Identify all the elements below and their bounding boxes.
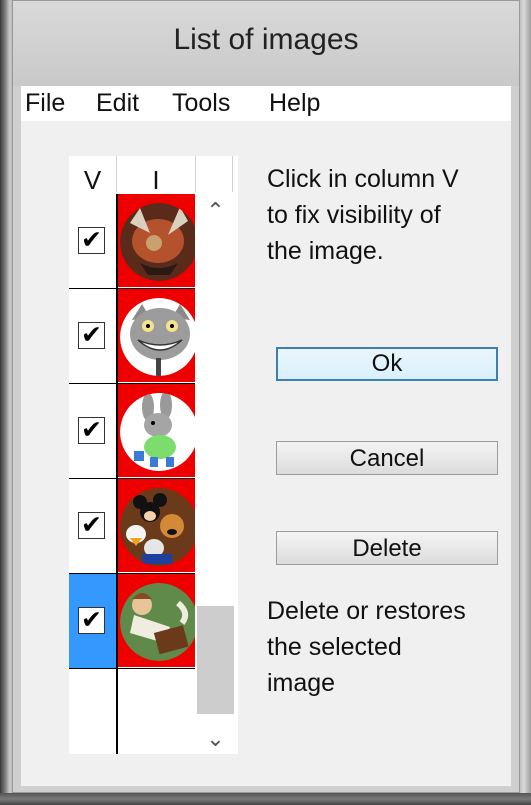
menu-bar: File Edit Tools Help bbox=[21, 86, 511, 121]
column-header-v[interactable]: V bbox=[69, 156, 116, 195]
row-divider bbox=[69, 668, 195, 669]
menu-help[interactable]: Help bbox=[269, 89, 320, 118]
table-row[interactable]: ✔ bbox=[69, 479, 195, 573]
delete-help-text: Delete or restores the selected image bbox=[267, 593, 497, 701]
visibility-cell[interactable]: ✔ bbox=[69, 384, 116, 478]
image-cell[interactable] bbox=[118, 384, 195, 477]
image-list-grid[interactable]: V I ✔ ✔ ✔ ✔ ✔ ⌃ ⌄ bbox=[69, 156, 238, 754]
help-line: image bbox=[267, 669, 336, 697]
scroll-thumb[interactable] bbox=[197, 606, 234, 714]
menu-edit[interactable]: Edit bbox=[96, 89, 139, 118]
disney-characters-image bbox=[120, 488, 195, 566]
visibility-cell[interactable]: ✔ bbox=[69, 194, 116, 288]
vertical-scrollbar[interactable]: ⌃ ⌄ bbox=[197, 194, 234, 754]
visibility-checkbox[interactable]: ✔ bbox=[78, 227, 105, 254]
visibility-cell[interactable]: ✔ bbox=[69, 479, 116, 573]
image-cell[interactable] bbox=[118, 479, 195, 572]
window-title: List of images bbox=[173, 23, 359, 56]
table-row[interactable]: ✔ bbox=[69, 289, 195, 383]
delete-button[interactable]: Delete bbox=[276, 531, 498, 565]
header-separator bbox=[232, 156, 233, 192]
image-cell[interactable] bbox=[118, 194, 195, 287]
header-separator bbox=[195, 156, 196, 192]
dialog-client-area: V I ✔ ✔ ✔ ✔ ✔ ⌃ ⌄ Click in column V to f… bbox=[21, 121, 511, 786]
table-row[interactable]: ✔ bbox=[69, 194, 195, 288]
visibility-help-text: Click in column V to fix visibility of t… bbox=[267, 161, 497, 269]
dragon-image bbox=[120, 203, 195, 281]
visibility-cell[interactable]: ✔ bbox=[69, 574, 116, 668]
desktop-background-right bbox=[519, 0, 531, 805]
donkey-cartoon-image bbox=[120, 393, 195, 471]
boy-with-book-image bbox=[120, 583, 195, 661]
help-line: the image. bbox=[267, 237, 384, 265]
visibility-cell[interactable]: ✔ bbox=[69, 289, 116, 383]
cheshire-cat-image bbox=[120, 298, 195, 376]
title-bar[interactable]: List of images bbox=[13, 1, 519, 86]
visibility-checkbox[interactable]: ✔ bbox=[78, 512, 105, 539]
help-line: Click in column V bbox=[267, 165, 459, 193]
cancel-button[interactable]: Cancel bbox=[276, 441, 498, 475]
menu-tools[interactable]: Tools bbox=[172, 89, 230, 118]
help-line: Delete or restores bbox=[267, 597, 466, 625]
visibility-checkbox[interactable]: ✔ bbox=[78, 417, 105, 444]
help-line: the selected bbox=[267, 633, 402, 661]
table-row[interactable]: ✔ bbox=[69, 384, 195, 478]
table-row[interactable]: ✔ bbox=[69, 574, 195, 668]
column-header-i[interactable]: I bbox=[117, 156, 195, 195]
ok-button[interactable]: Ok bbox=[276, 347, 498, 381]
desktop-background-bottom bbox=[0, 793, 531, 805]
image-cell[interactable] bbox=[118, 574, 195, 667]
list-of-images-dialog: List of images File Edit Tools Help V I … bbox=[12, 0, 520, 793]
chevron-down-icon[interactable]: ⌄ bbox=[197, 724, 234, 754]
chevron-up-icon[interactable]: ⌃ bbox=[197, 196, 234, 226]
column-divider bbox=[116, 194, 118, 754]
menu-file[interactable]: File bbox=[25, 89, 65, 118]
visibility-checkbox[interactable]: ✔ bbox=[78, 607, 105, 634]
visibility-checkbox[interactable]: ✔ bbox=[78, 322, 105, 349]
image-cell[interactable] bbox=[118, 289, 195, 382]
help-line: to fix visibility of bbox=[267, 201, 441, 229]
